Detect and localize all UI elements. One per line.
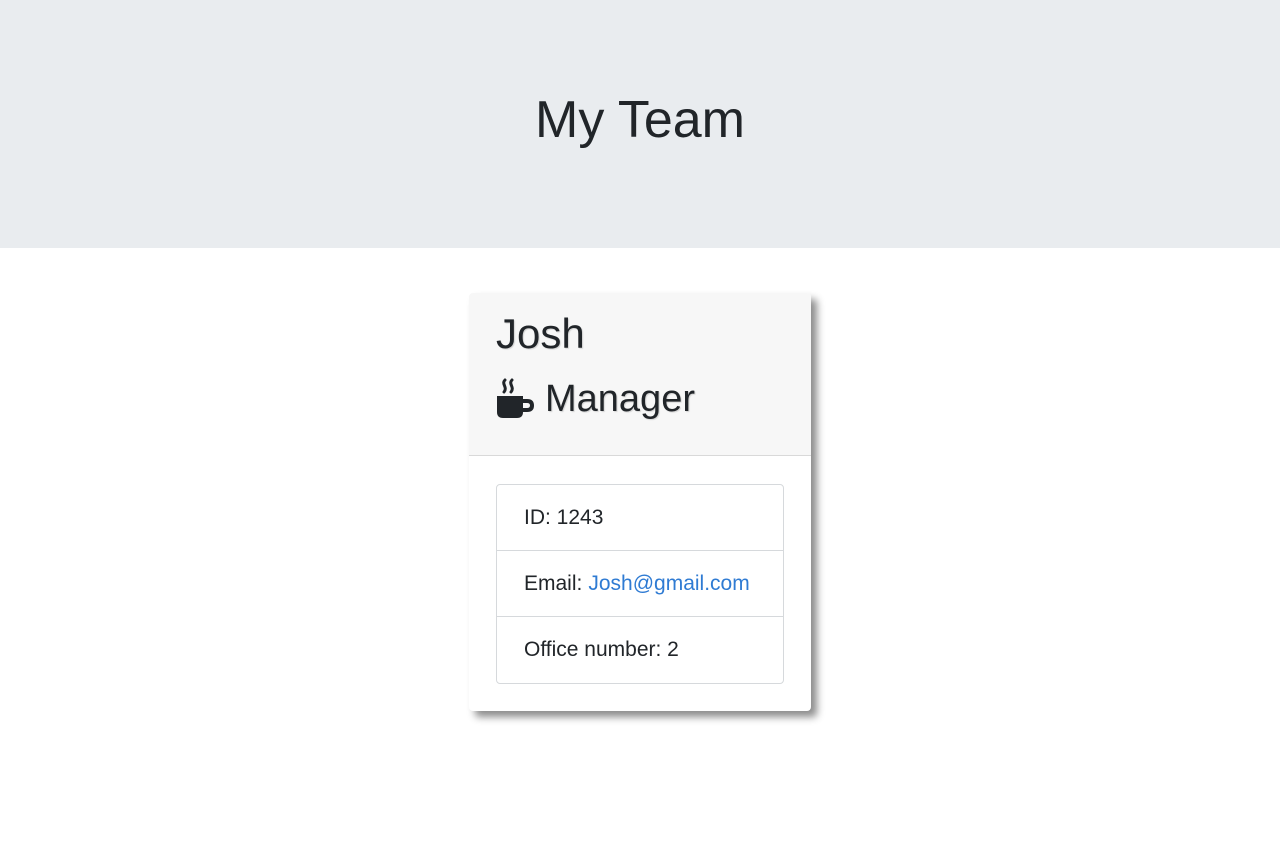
card-header: Josh Manager — [469, 293, 811, 456]
card-body: ID: 1243 Email: Josh@gmail.com Office nu… — [496, 484, 784, 684]
email-link[interactable]: Josh@gmail.com — [588, 572, 749, 596]
office-number-item: Office number: 2 — [524, 638, 679, 661]
id-item: ID: 1243 — [497, 485, 783, 551]
email-item: Email: Josh@gmail.com — [497, 551, 783, 617]
page-header: My Team — [0, 0, 1280, 248]
employee-card: Josh Manager ID: 1243 Email: Josh@gmail.… — [469, 293, 811, 711]
role-label: Manager — [545, 377, 695, 420]
employee-role: Manager — [495, 376, 695, 422]
page-title: My Team — [535, 91, 745, 149]
info-list: ID: 1243 Email: Josh@gmail.com Office nu… — [496, 484, 784, 684]
email-label: Email: — [524, 571, 583, 595]
employee-name: Josh — [496, 310, 585, 357]
mug-hot-icon — [495, 378, 535, 420]
